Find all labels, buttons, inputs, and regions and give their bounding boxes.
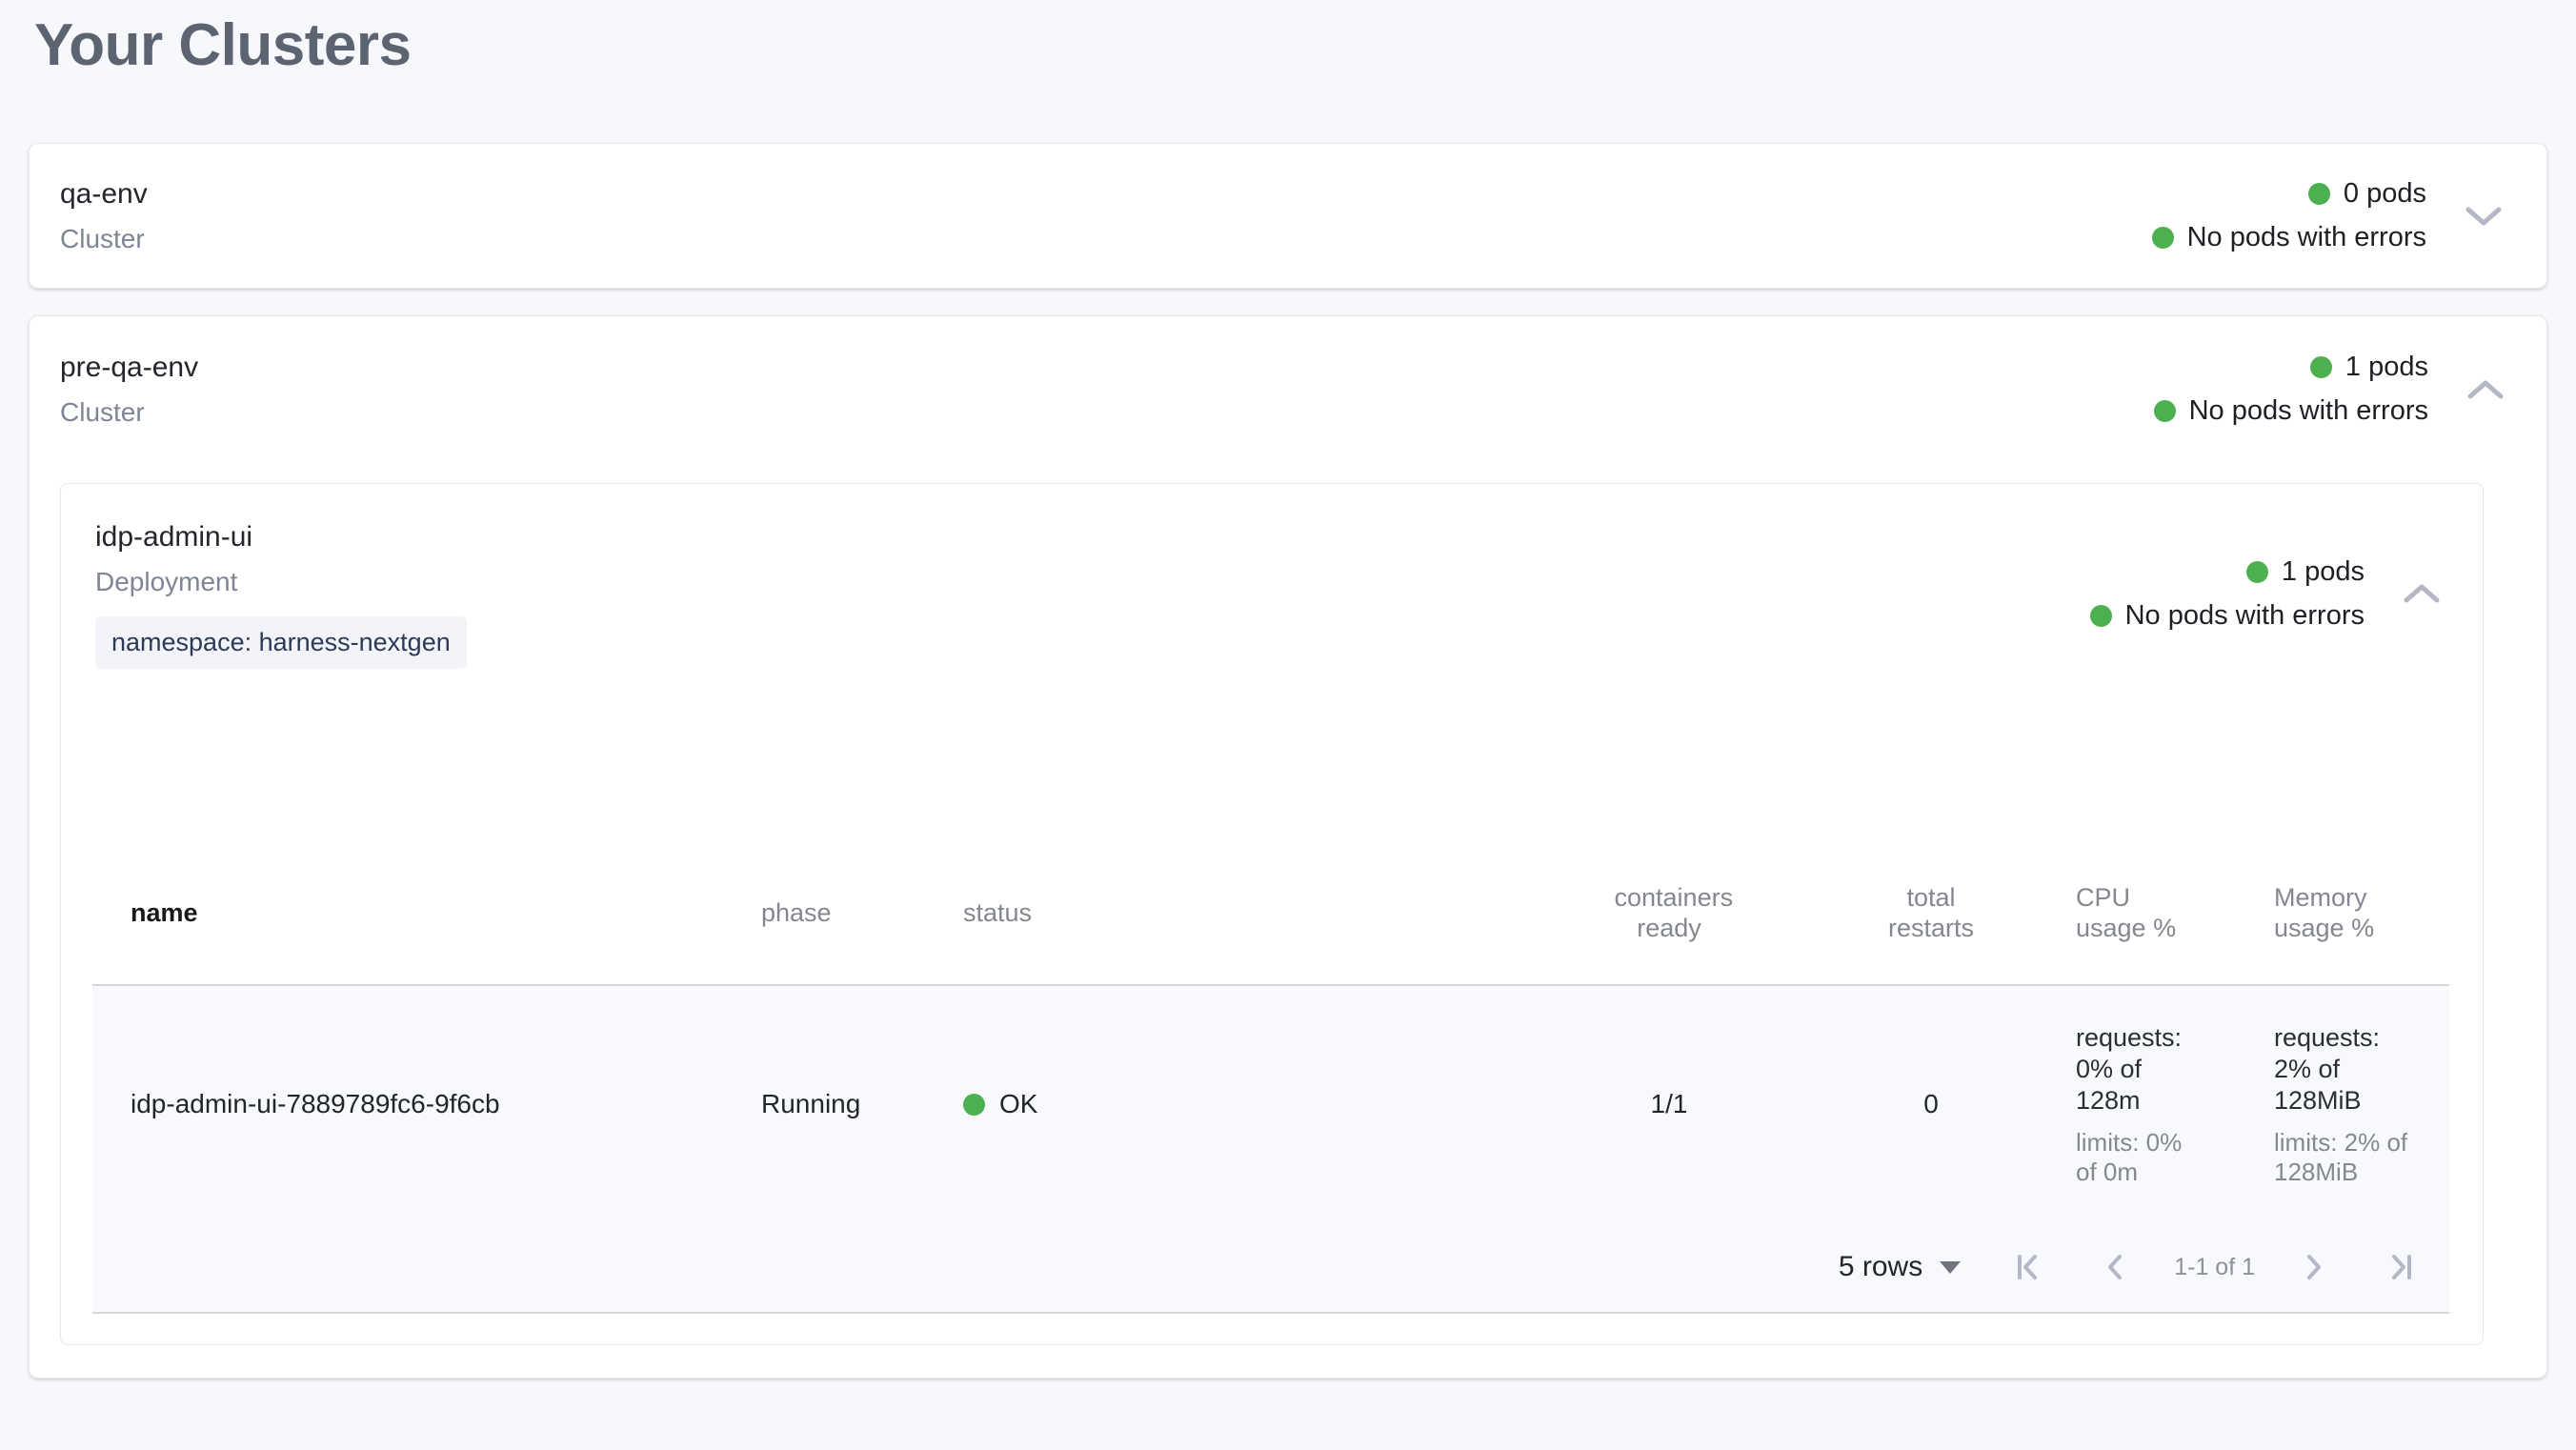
pager-controls: 1-1 of 1 <box>2008 1248 2421 1286</box>
column-header-status: status <box>942 855 1521 985</box>
green-dot-icon <box>2308 183 2330 205</box>
pods-table: name phase status containers ready total… <box>92 855 2449 1314</box>
pod-containers-ready-cell: 1/1 <box>1521 985 1817 1223</box>
pods-count-status: 1 pods <box>2310 352 2428 383</box>
deployment-status-area: 1 pods No pods with errors <box>2090 556 2443 632</box>
deployment-kind: Deployment <box>95 565 467 599</box>
page-title: Your Clusters <box>34 13 2547 78</box>
pods-errors-label: No pods with errors <box>2189 395 2428 427</box>
deployment-accordion-header[interactable]: idp-admin-ui Deployment namespace: harne… <box>61 518 2483 669</box>
deployment-card: idp-admin-ui Deployment namespace: harne… <box>60 483 2484 1345</box>
last-page-button[interactable] <box>2383 1248 2421 1286</box>
pods-count-label: 0 pods <box>2344 178 2426 210</box>
chevron-up-icon <box>2467 378 2504 401</box>
pods-count-status: 0 pods <box>2308 178 2426 210</box>
green-dot-icon <box>2154 400 2176 422</box>
pods-count-label: 1 pods <box>2282 556 2365 588</box>
pods-count-status: 1 pods <box>2246 556 2365 588</box>
table-pagination: 5 rows <box>92 1223 2449 1314</box>
deployment-name: idp-admin-ui <box>95 518 467 557</box>
pods-errors-label: No pods with errors <box>2125 600 2365 632</box>
column-header-total-restarts: total restarts <box>1817 855 2045 985</box>
green-dot-icon <box>2090 605 2112 627</box>
page-range-label: 1-1 of 1 <box>2174 1254 2255 1281</box>
cluster-kind: Cluster <box>60 222 148 256</box>
chevron-down-icon <box>2465 205 2502 228</box>
status-column: 1 pods No pods with errors <box>2154 352 2428 427</box>
collapse-deployment-button[interactable] <box>2401 573 2443 614</box>
green-dot-icon <box>2246 561 2268 583</box>
pod-total-restarts-cell: 0 <box>1817 985 2045 1223</box>
column-header-containers-ready: containers ready <box>1521 855 1817 985</box>
last-page-icon <box>2385 1250 2419 1284</box>
rows-per-page-label: 5 rows <box>1839 1251 1922 1283</box>
previous-page-icon <box>2098 1250 2132 1284</box>
pods-errors-status: No pods with errors <box>2090 600 2365 632</box>
next-page-button[interactable] <box>2295 1248 2333 1286</box>
cluster-status-area: 1 pods No pods with errors <box>2154 352 2506 427</box>
cluster-info: qa-env Cluster <box>60 175 148 256</box>
memory-limits-value: limits: 2% of 128MiB <box>2274 1128 2447 1187</box>
cluster-card-qa-env[interactable]: qa-env Cluster 0 pods No pods with error… <box>29 143 2547 289</box>
chevron-up-icon <box>2404 582 2440 605</box>
column-header-memory-usage: Memory usage % <box>2251 855 2449 985</box>
green-dot-icon <box>963 1094 985 1116</box>
pod-name-cell: idp-admin-ui-7889789fc6-9f6cb <box>92 985 740 1223</box>
cluster-card-pre-qa-env: pre-qa-env Cluster 1 pods No pods with e… <box>29 315 2547 1379</box>
pod-memory-usage-cell: requests: 2% of 128MiB limits: 2% of 128… <box>2251 985 2449 1223</box>
cluster-kind: Cluster <box>60 395 198 430</box>
cluster-name: pre-qa-env <box>60 349 198 388</box>
pods-table-header-row: name phase status containers ready total… <box>92 855 2449 985</box>
status-column: 0 pods No pods with errors <box>2152 178 2426 253</box>
cluster-name: qa-env <box>60 175 148 214</box>
pods-errors-status: No pods with errors <box>2154 395 2428 427</box>
green-dot-icon <box>2310 356 2332 378</box>
pods-count-label: 1 pods <box>2345 352 2428 383</box>
cpu-requests-value: requests: 0% of 128m <box>2076 1022 2202 1117</box>
namespace-badge: namespace: harness-nextgen <box>95 616 467 669</box>
cluster-accordion-header[interactable]: pre-qa-env Cluster 1 pods No pods with e… <box>60 349 2518 430</box>
prev-page-button[interactable] <box>2096 1248 2134 1286</box>
collapse-cluster-button[interactable] <box>2465 369 2506 411</box>
clusters-page: Your Clusters qa-env Cluster 0 pods No p… <box>0 0 2576 1379</box>
pod-table-row[interactable]: idp-admin-ui-7889789fc6-9f6cb Running OK… <box>92 985 2449 1223</box>
status-column: 1 pods No pods with errors <box>2090 556 2365 632</box>
pods-errors-status: No pods with errors <box>2152 222 2426 253</box>
pod-phase-cell: Running <box>740 985 942 1223</box>
column-header-phase: phase <box>740 855 942 985</box>
pod-status-label: OK <box>999 1088 1037 1120</box>
memory-requests-value: requests: 2% of 128MiB <box>2274 1022 2407 1117</box>
next-page-icon <box>2297 1250 2331 1284</box>
deployment-info: idp-admin-ui Deployment namespace: harne… <box>95 518 467 669</box>
column-header-cpu-usage: CPU usage % <box>2045 855 2251 985</box>
pod-status-cell: OK <box>942 985 1521 1223</box>
caret-down-icon <box>1940 1261 1961 1274</box>
green-dot-icon <box>2152 227 2174 249</box>
expand-cluster-button[interactable] <box>2463 195 2505 237</box>
pods-errors-label: No pods with errors <box>2187 222 2426 253</box>
column-header-name: name <box>92 855 740 985</box>
cluster-status-area: 0 pods No pods with errors <box>2152 178 2505 253</box>
first-page-button[interactable] <box>2008 1248 2046 1286</box>
rows-per-page-select[interactable]: 5 rows <box>1839 1251 1961 1283</box>
first-page-icon <box>2010 1250 2044 1284</box>
cpu-limits-value: limits: 0% of 0m <box>2076 1128 2204 1187</box>
cluster-info: pre-qa-env Cluster <box>60 349 198 430</box>
pod-cpu-usage-cell: requests: 0% of 128m limits: 0% of 0m <box>2045 985 2251 1223</box>
